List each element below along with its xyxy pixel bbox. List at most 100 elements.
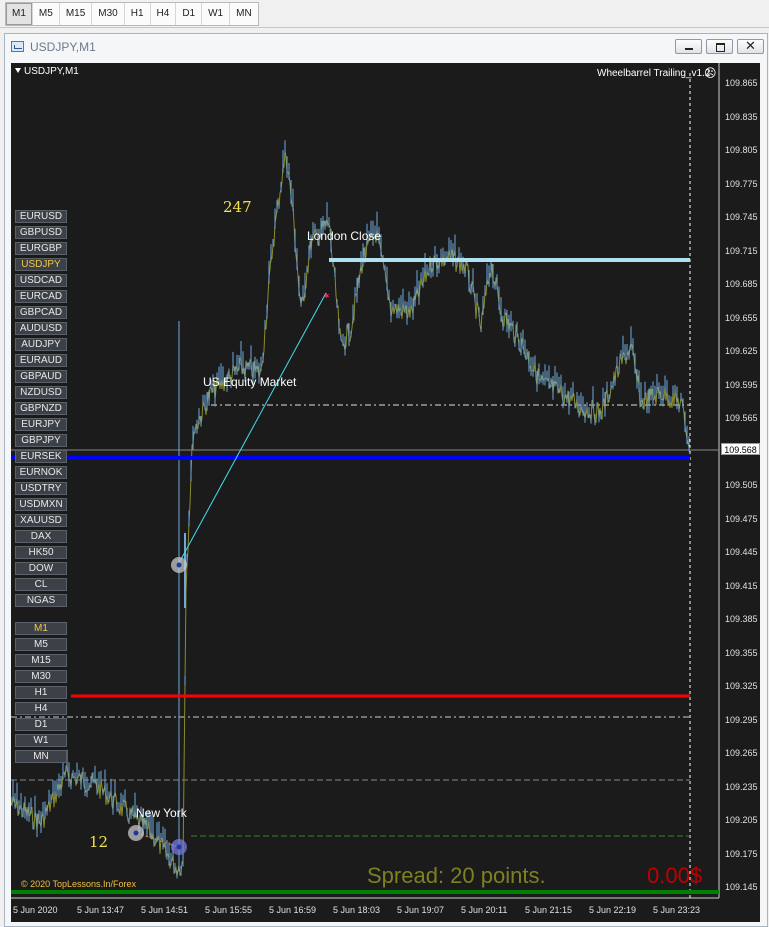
price-tick-label: 109.325 [725, 681, 758, 691]
timeframe-toolbar: M1 M5 M15 M30 H1 H4 D1 W1 MN [0, 0, 769, 28]
symbol-button-eurcad[interactable]: EURCAD [15, 290, 67, 303]
time-tick-label: 5 Jun 16:59 [269, 905, 317, 915]
timeframe-button-mn[interactable]: MN [230, 3, 258, 25]
side-timeframe-button-d1[interactable]: D1 [15, 718, 67, 731]
price-tick-label: 109.145 [725, 882, 758, 892]
trend-line [178, 292, 327, 564]
symbol-button-eurjpy[interactable]: EURJPY [15, 418, 67, 431]
timeframe-button-m30[interactable]: M30 [92, 3, 125, 25]
smiley-icon[interactable]: ☹ [704, 66, 717, 80]
time-tick-label: 5 Jun 20:11 [461, 905, 508, 915]
timeframe-button-h1[interactable]: H1 [125, 3, 151, 25]
side-timeframe-button-m30[interactable]: M30 [15, 670, 67, 683]
price-tick-label: 109.505 [725, 480, 758, 490]
timeframe-button-w1[interactable]: W1 [202, 3, 231, 25]
price-chart[interactable]: ✶ USDJPY,M1 Wheelbarrel Trailing_v1.2 ☹ … [11, 63, 760, 922]
price-tick-label: 109.175 [725, 848, 758, 859]
timeframe-button-m5[interactable]: M5 [33, 3, 60, 25]
symbol-button-dax[interactable]: DAX [15, 530, 67, 543]
spread-label: Spread: 20 points. [367, 863, 546, 888]
symbol-button-audusd[interactable]: AUDUSD [15, 322, 67, 335]
profit-label: 0.00$ [647, 863, 703, 888]
maximize-button[interactable] [706, 39, 733, 54]
symbol-button-ngas[interactable]: NGAS [15, 594, 67, 607]
chart-symbol-menu[interactable]: USDJPY,M1 [15, 66, 79, 77]
symbol-button-dow[interactable]: DOW [15, 562, 67, 575]
symbol-button-usdcad[interactable]: USDCAD [15, 274, 67, 287]
trade-marker-dot-0 [176, 562, 182, 568]
time-tick-label: 5 Jun 23:23 [653, 905, 701, 915]
time-tick-label: 5 Jun 22:19 [589, 905, 637, 915]
chart-drawing: ✶ [11, 63, 720, 899]
symbol-button-gbpcad[interactable]: GBPCAD [15, 306, 67, 319]
new-york-label: New York [136, 806, 187, 820]
timeframe-button-m1[interactable]: M1 [6, 3, 33, 25]
window-titlebar[interactable]: USDJPY,M1 ✕ [5, 34, 767, 60]
symbol-button-usdjpy[interactable]: USDJPY [15, 258, 67, 271]
current-price-tag: 109.568 [721, 443, 760, 455]
time-tick-label: 5 Jun 13:47 [77, 905, 125, 915]
price-tick-label: 109.235 [725, 781, 758, 792]
price-tick-label: 109.715 [725, 245, 758, 256]
close-button[interactable]: ✕ [737, 39, 764, 54]
us-equity-label: US Equity Market [203, 375, 297, 389]
price-tick-label: 109.355 [725, 647, 758, 658]
symbol-button-cl[interactable]: CL [15, 578, 67, 591]
time-tick-label: 5 Jun 19:07 [397, 905, 445, 915]
price-tick-label: 109.205 [725, 815, 758, 825]
time-tick-label: 5 Jun 14:51 [141, 905, 189, 915]
chart-window: USDJPY,M1 ✕ ✶ USDJPY,M1 Wheelbarrel Trai… [4, 33, 768, 927]
symbol-button-usdmxn[interactable]: USDMXN [15, 498, 67, 511]
close-icon: ✕ [745, 38, 756, 53]
price-tick-label: 109.565 [725, 413, 758, 423]
symbol-button-eurusd[interactable]: EURUSD [15, 210, 67, 223]
symbol-button-nzdusd[interactable]: NZDUSD [15, 386, 67, 399]
timeframe-button-h4[interactable]: H4 [151, 3, 177, 25]
timeframe-button-group: M1 M5 M15 M30 H1 H4 D1 W1 MN [5, 2, 259, 26]
trade-marker-dot-1 [133, 830, 139, 836]
arrow-marker: ✶ [323, 291, 331, 301]
symbol-button-euraud[interactable]: EURAUD [15, 354, 67, 367]
symbol-button-gbpjpy[interactable]: GBPJPY [15, 434, 67, 447]
side-timeframe-button-h1[interactable]: H1 [15, 686, 67, 699]
expert-advisor-name: Wheelbarrel Trailing_v1.2 [597, 68, 711, 79]
symbol-button-eursek[interactable]: EURSEK [15, 450, 67, 463]
price-tick-label: 109.625 [725, 346, 758, 356]
time-tick-label: 5 Jun 15:55 [205, 905, 253, 915]
count-bottom-label: 12 [89, 833, 109, 851]
timeframe-button-m15[interactable]: M15 [60, 3, 93, 25]
symbol-button-gbpaud[interactable]: GBPAUD [15, 370, 67, 383]
symbol-button-eurnok[interactable]: EURNOK [15, 466, 67, 479]
symbol-button-usdtry[interactable]: USDTRY [15, 482, 67, 495]
symbol-button-gbpnzd[interactable]: GBPNZD [15, 402, 67, 415]
time-tick-label: 5 Jun 18:03 [333, 905, 381, 915]
symbol-button-hk50[interactable]: HK50 [15, 546, 67, 559]
side-timeframe-button-m5[interactable]: M5 [15, 638, 67, 651]
price-tick-label: 109.385 [725, 614, 758, 624]
time-tick-label: 5 Jun 2020 [13, 905, 58, 915]
side-timeframe-button-h4[interactable]: H4 [15, 702, 67, 715]
side-timeframe-button-mn[interactable]: MN [15, 750, 67, 763]
minimize-button[interactable] [675, 39, 702, 54]
symbol-button-gbpusd[interactable]: GBPUSD [15, 226, 67, 239]
side-timeframe-button-w1[interactable]: W1 [15, 734, 67, 747]
dropdown-triangle-icon [15, 68, 21, 73]
price-tick-label: 109.775 [725, 178, 758, 189]
symbol-button-audjpy[interactable]: AUDJPY [15, 338, 67, 351]
price-tick-label: 109.445 [725, 547, 758, 557]
timeframe-button-d1[interactable]: D1 [176, 3, 203, 25]
count-top-label: 247 [223, 198, 252, 216]
symbol-button-eurgbp[interactable]: EURGBP [15, 242, 67, 255]
side-timeframe-button-m1[interactable]: M1 [15, 622, 67, 635]
window-controls: ✕ [675, 39, 764, 54]
side-timeframe-button-m15[interactable]: M15 [15, 654, 67, 667]
window-title: USDJPY,M1 [30, 40, 96, 54]
price-tick-label: 109.265 [725, 748, 758, 758]
chart-window-icon [11, 41, 24, 52]
trade-marker-dot-2 [176, 844, 182, 850]
symbol-button-xauusd[interactable]: XAUUSD [15, 514, 67, 527]
price-tick-label: 109.475 [725, 513, 758, 524]
time-tick-label: 5 Jun 21:15 [525, 905, 573, 915]
price-tick-label: 109.835 [725, 111, 758, 122]
price-tick-label: 109.415 [725, 580, 758, 591]
